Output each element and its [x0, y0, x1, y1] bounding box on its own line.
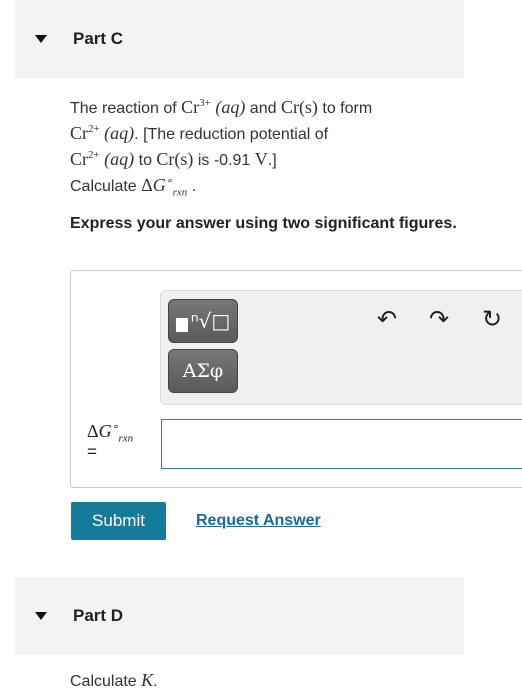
part-c-header[interactable]: Part C	[15, 0, 464, 78]
submit-button[interactable]: Submit	[71, 502, 166, 540]
unit: V	[254, 149, 268, 169]
answer-input[interactable]	[161, 419, 522, 469]
question-text: . [The reduction potential of	[134, 126, 329, 143]
question-text: is -0.91	[193, 152, 255, 169]
chem-species: Cr2+	[70, 149, 100, 169]
chem-species: Cr2+	[70, 123, 100, 143]
question-text: The reaction of	[70, 100, 182, 117]
part-d-title: Part D	[73, 606, 124, 625]
question-text: and	[245, 100, 281, 117]
templates-button[interactable]: ⁿ√□	[168, 299, 238, 343]
caret-down-icon[interactable]	[35, 35, 47, 43]
question-text: .]	[267, 152, 277, 169]
answer-instructions: Express your answer using two significan…	[70, 215, 457, 232]
part-c-title: Part C	[73, 29, 124, 48]
symbols-button[interactable]: ΑΣφ	[168, 349, 238, 393]
part-d-header[interactable]: Part D	[15, 577, 464, 655]
reset-icon[interactable]: ↻	[482, 307, 502, 331]
square-icon	[175, 318, 188, 332]
question-text: to form	[317, 100, 373, 117]
answer-panel: ⁿ√□ ΑΣφ ↶ ↷ ↻ ΔG∘rxn =	[70, 270, 522, 488]
request-answer-link[interactable]: Request Answer	[196, 512, 321, 530]
chem-species: Cr(s)	[280, 97, 318, 117]
redo-icon[interactable]: ↷	[429, 307, 449, 331]
templates-icon: ⁿ√□	[190, 309, 231, 333]
math-toolbar: ⁿ√□ ΑΣφ ↶ ↷ ↻	[160, 290, 522, 405]
part-d-question: Calculate K.	[70, 670, 158, 690]
chem-species: Cr3+	[181, 97, 211, 117]
chem-species: Cr(s)	[156, 149, 194, 169]
question-text: .	[187, 178, 197, 195]
chem-phase: (aq)	[215, 97, 246, 117]
chem-phase: (aq)	[104, 123, 135, 143]
question-text: Calculate	[70, 178, 142, 195]
undo-icon[interactable]: ↶	[377, 307, 397, 331]
answer-variable-label: ΔG∘rxn =	[87, 421, 134, 461]
gibbs-symbol: G∘rxn	[152, 175, 188, 199]
delta-symbol: Δ	[141, 175, 153, 195]
question-text: to	[134, 152, 157, 169]
part-c-question: The reaction of Cr3+ (aq) and Cr(s) to f…	[70, 95, 460, 199]
chem-phase: (aq)	[104, 149, 135, 169]
caret-down-icon[interactable]	[35, 612, 47, 620]
